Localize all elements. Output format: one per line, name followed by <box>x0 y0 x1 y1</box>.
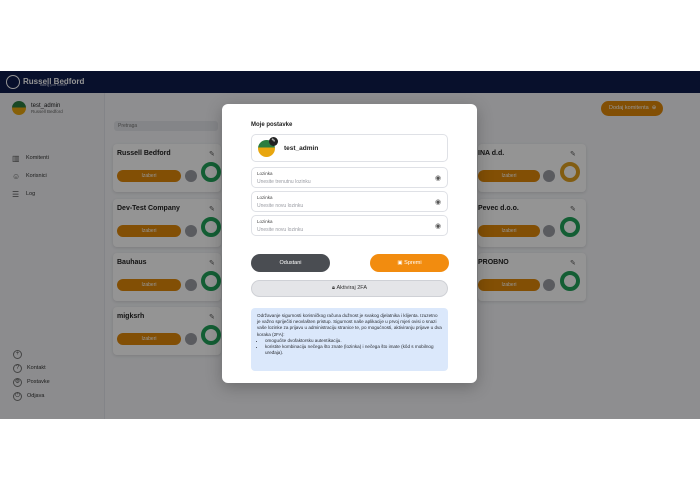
confirm-password-field[interactable]: Lozinka ◉ <box>251 215 448 236</box>
save-button[interactable]: ▣ Spremi <box>370 254 449 272</box>
cancel-button[interactable]: Odustani <box>251 254 330 272</box>
field-label: Lozinka <box>257 171 273 176</box>
info-text: Održavanje sigurnosti korisničkog računa… <box>257 313 442 337</box>
field-label: Lozinka <box>257 195 273 200</box>
new-password-input[interactable] <box>257 202 427 209</box>
enable-2fa-button[interactable]: 🔒︎ Aktiviraj 2FA <box>251 280 448 297</box>
save-label: Spremi <box>404 260 422 266</box>
new-password-field[interactable]: Lozinka ◉ <box>251 191 448 212</box>
field-label: Lozinka <box>257 219 273 224</box>
eye-icon[interactable]: ◉ <box>435 222 441 230</box>
modal-title: Moje postavke <box>251 122 293 128</box>
enable-2fa-label: Aktiviraj 2FA <box>336 285 368 291</box>
edit-avatar-icon[interactable]: ✎ <box>269 137 278 146</box>
modal-username: test_admin <box>284 145 319 152</box>
settings-modal: Moje postavke ✎ test_admin Lozinka ◉ Loz… <box>222 104 477 383</box>
current-password-field[interactable]: Lozinka ◉ <box>251 167 448 188</box>
modal-user-box: ✎ test_admin <box>251 134 448 162</box>
eye-icon[interactable]: ◉ <box>435 198 441 206</box>
current-password-input[interactable] <box>257 178 427 185</box>
info-list: omogućite dvofaktorsku autentikaciju. ko… <box>265 338 442 357</box>
security-info-box: Održavanje sigurnosti korisničkog računa… <box>251 308 448 371</box>
confirm-password-input[interactable] <box>257 226 427 233</box>
eye-icon[interactable]: ◉ <box>435 174 441 182</box>
info-bullet: koristite kombinaciju nečega što znate (… <box>265 344 442 356</box>
